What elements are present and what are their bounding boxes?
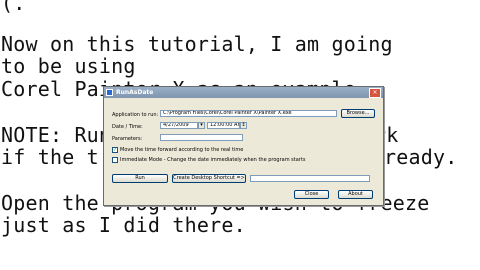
tutorial-line-0: (. [1,0,26,15]
move-forward-checkbox[interactable]: ✓ [112,147,118,153]
params-label: Parameters: [112,136,143,142]
dialog-titlebar[interactable]: RunAsDate × [104,87,383,98]
tutorial-line-1: Now on this tutorial, I am going [1,32,393,56]
dialog-title: RunAsDate [116,89,154,96]
app-label: Application to run: [112,112,159,118]
runasdate-dialog: RunAsDate × Application to run: C:\Progr… [103,86,384,206]
time-spinner-icon[interactable]: ↕ [240,122,247,129]
tutorial-line-7: just as I did there. [1,213,246,237]
close-button[interactable]: Close [294,190,329,199]
datetime-label: Date / Time: [112,124,143,130]
date-dropdown-icon[interactable]: ▾ [198,122,205,129]
run-button[interactable]: Run [112,174,168,183]
shortcut-name-field[interactable] [250,175,370,182]
immediate-mode-checkbox[interactable] [112,157,118,163]
date-field[interactable]: 4/27/2009 [160,122,198,129]
immediate-mode-label: Immediate Mode - Change the date immedia… [120,157,306,163]
params-field[interactable] [160,134,243,141]
browse-button[interactable]: Browse... [341,109,375,118]
move-forward-label: Move the time forward according to the r… [120,147,244,153]
app-path-field[interactable]: C:\Program Files\Corel\Corel Painter X\P… [160,110,337,117]
about-button[interactable]: About [338,190,373,199]
tutorial-line-5: if the t [1,145,99,169]
close-icon[interactable]: × [369,88,381,98]
tutorial-line-4: NOTE: Run [1,123,112,147]
time-field[interactable]: 12:00:00 AM [207,122,240,129]
tutorial-line-5-end: ready. [384,145,458,169]
app-icon [106,89,113,96]
create-shortcut-button[interactable]: Create Desktop Shortcut => [172,174,246,183]
tutorial-line-2: to be using [1,54,136,78]
